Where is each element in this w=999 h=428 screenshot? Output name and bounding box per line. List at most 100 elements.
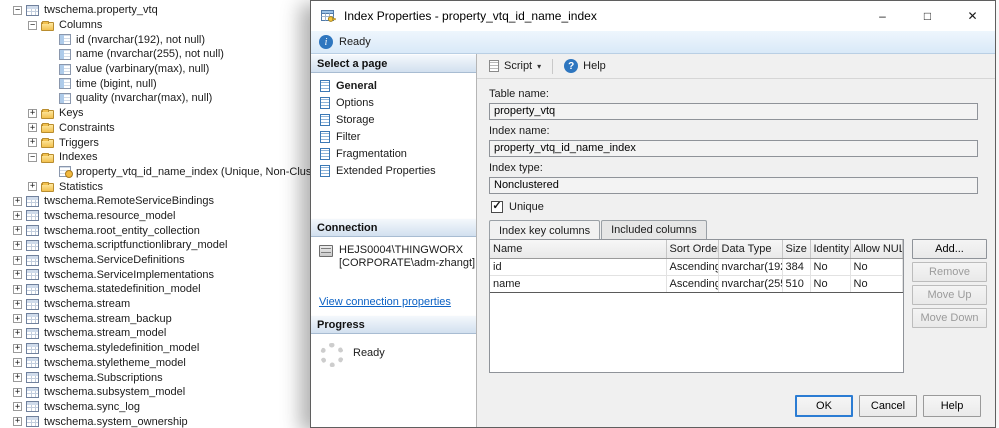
cell-identity[interactable]: No — [810, 275, 850, 292]
tree-expander-icon[interactable] — [13, 256, 22, 265]
tree-expander-icon[interactable] — [28, 182, 37, 191]
tree-expander-icon[interactable] — [13, 285, 22, 294]
tree-item[interactable]: Indexes — [0, 150, 360, 165]
tree-expander-icon[interactable] — [28, 153, 37, 162]
tree-expander-icon[interactable] — [13, 241, 22, 250]
tree-expander-icon[interactable] — [13, 417, 22, 426]
tree-expander-icon[interactable] — [13, 388, 22, 397]
unique-checkbox[interactable]: Unique — [491, 199, 995, 214]
tree-item[interactable]: id (nvarchar(192), not null) — [0, 32, 360, 47]
cell-sort-order[interactable]: Ascending — [666, 258, 718, 275]
grid-column-header[interactable]: Sort Order — [666, 240, 718, 258]
grid-row[interactable]: name Ascending nvarchar(255) 510 No No — [490, 275, 903, 292]
tree-item[interactable]: Triggers — [0, 135, 360, 150]
page-item[interactable]: Storage — [311, 111, 476, 128]
grid-action-button[interactable]: Move Down — [912, 308, 987, 328]
tree-expander-icon[interactable] — [28, 138, 37, 147]
tree-expander-icon[interactable] — [13, 329, 22, 338]
tree-item[interactable]: twschema.ServiceDefinitions — [0, 253, 360, 268]
tree-expander-icon[interactable] — [13, 226, 22, 235]
cell-identity[interactable]: No — [810, 258, 850, 275]
tree-expander-icon[interactable] — [13, 402, 22, 411]
tree-item[interactable]: twschema.system_ownership — [0, 414, 360, 428]
help-button[interactable]: ? Help — [559, 57, 611, 75]
tree-item[interactable]: property_vtq_id_name_index (Unique, Non-… — [0, 165, 360, 180]
tree-item[interactable]: value (varbinary(max), null) — [0, 62, 360, 77]
close-icon[interactable]: ✕ — [950, 1, 995, 31]
script-button[interactable]: Script ▾ — [484, 58, 546, 74]
tree-item-icon — [59, 34, 71, 45]
grid-column-header[interactable]: Allow NULLs — [850, 240, 903, 258]
tree-item[interactable]: twschema.Subscriptions — [0, 370, 360, 385]
tree-expander-icon[interactable] — [13, 270, 22, 279]
grid-column-header[interactable]: Size — [782, 240, 810, 258]
tree-item[interactable]: twschema.RemoteServiceBindings — [0, 194, 360, 209]
tree-item[interactable]: Constraints — [0, 121, 360, 136]
tree-item[interactable]: twschema.root_entity_collection — [0, 223, 360, 238]
grid-action-button[interactable]: Add... — [912, 239, 987, 259]
cell-sort-order[interactable]: Ascending — [666, 275, 718, 292]
tree-item[interactable]: Keys — [0, 106, 360, 121]
dropdown-caret-icon[interactable]: ▾ — [537, 62, 541, 71]
tree-expander-icon[interactable] — [13, 211, 22, 220]
tree-item[interactable]: name (nvarchar(255), not null) — [0, 47, 360, 62]
grid-column-header[interactable]: Data Type — [718, 240, 782, 258]
grid-column-header[interactable]: Name — [490, 240, 666, 258]
grid-action-button[interactable]: Remove — [912, 262, 987, 282]
tree-item[interactable]: twschema.subsystem_model — [0, 385, 360, 400]
dialog-titlebar[interactable]: Index Properties - property_vtq_id_name_… — [311, 1, 995, 31]
tree-item-label: name (nvarchar(255), not null) — [76, 48, 224, 60]
grid-column-header[interactable]: Identity — [810, 240, 850, 258]
tree-item[interactable]: twschema.ServiceImplementations — [0, 267, 360, 282]
tab[interactable]: Index key columns — [489, 220, 600, 239]
tree-expander-icon[interactable] — [13, 344, 22, 353]
tree-item[interactable]: twschema.sync_log — [0, 400, 360, 415]
cell-allow-nulls[interactable]: No — [850, 258, 903, 275]
tree-item[interactable]: Columns — [0, 18, 360, 33]
cell-size[interactable]: 384 — [782, 258, 810, 275]
tree-item[interactable]: Statistics — [0, 179, 360, 194]
dialog-button[interactable]: Help — [923, 395, 981, 417]
tree-expander-icon[interactable] — [13, 358, 22, 367]
cell-data-type[interactable]: nvarchar(192) — [718, 258, 782, 275]
page-item[interactable]: General — [311, 77, 476, 94]
tree-expander-icon[interactable] — [28, 109, 37, 118]
checkbox-icon[interactable] — [491, 201, 503, 213]
tree-expander-icon[interactable] — [13, 373, 22, 382]
tree-item[interactable]: quality (nvarchar(max), null) — [0, 91, 360, 106]
dialog-button[interactable]: OK — [795, 395, 853, 417]
tree-item[interactable]: twschema.statedefinition_model — [0, 282, 360, 297]
cell-allow-nulls[interactable]: No — [850, 275, 903, 292]
page-item[interactable]: Filter — [311, 128, 476, 145]
dialog-button[interactable]: Cancel — [859, 395, 917, 417]
tab[interactable]: Included columns — [601, 220, 707, 239]
tree-expander-icon[interactable] — [13, 197, 22, 206]
tree-item[interactable]: twschema.stream_model — [0, 326, 360, 341]
tree-item[interactable]: twschema.stream_backup — [0, 311, 360, 326]
maximize-icon[interactable]: □ — [905, 1, 950, 31]
page-item[interactable]: Fragmentation — [311, 145, 476, 162]
tree-expander-icon[interactable] — [28, 21, 37, 30]
page-item[interactable]: Options — [311, 94, 476, 111]
cell-name[interactable]: id — [490, 258, 666, 275]
cell-name[interactable]: name — [490, 275, 666, 292]
minimize-icon[interactable]: – — [860, 1, 905, 31]
page-item[interactable]: Extended Properties — [311, 162, 476, 179]
cell-size[interactable]: 510 — [782, 275, 810, 292]
grid-row[interactable]: id Ascending nvarchar(192) 384 No No — [490, 258, 903, 275]
tree-expander-icon[interactable] — [13, 6, 22, 15]
grid-action-button[interactable]: Move Up — [912, 285, 987, 305]
script-button-label: Script — [504, 60, 532, 72]
tree-item[interactable]: twschema.styledefinition_model — [0, 341, 360, 356]
tree-item[interactable]: twschema.resource_model — [0, 209, 360, 224]
tree-expander-icon[interactable] — [13, 300, 22, 309]
cell-data-type[interactable]: nvarchar(255) — [718, 275, 782, 292]
tree-item[interactable]: twschema.scriptfunctionlibrary_model — [0, 238, 360, 253]
tree-expander-icon[interactable] — [13, 314, 22, 323]
tree-item[interactable]: twschema.styletheme_model — [0, 356, 360, 371]
tree-item[interactable]: time (bigint, null) — [0, 76, 360, 91]
tree-item[interactable]: twschema.stream — [0, 297, 360, 312]
view-connection-properties-link[interactable]: View connection properties — [319, 296, 451, 308]
tree-expander-icon[interactable] — [28, 123, 37, 132]
tree-item[interactable]: twschema.property_vtq — [0, 3, 360, 18]
